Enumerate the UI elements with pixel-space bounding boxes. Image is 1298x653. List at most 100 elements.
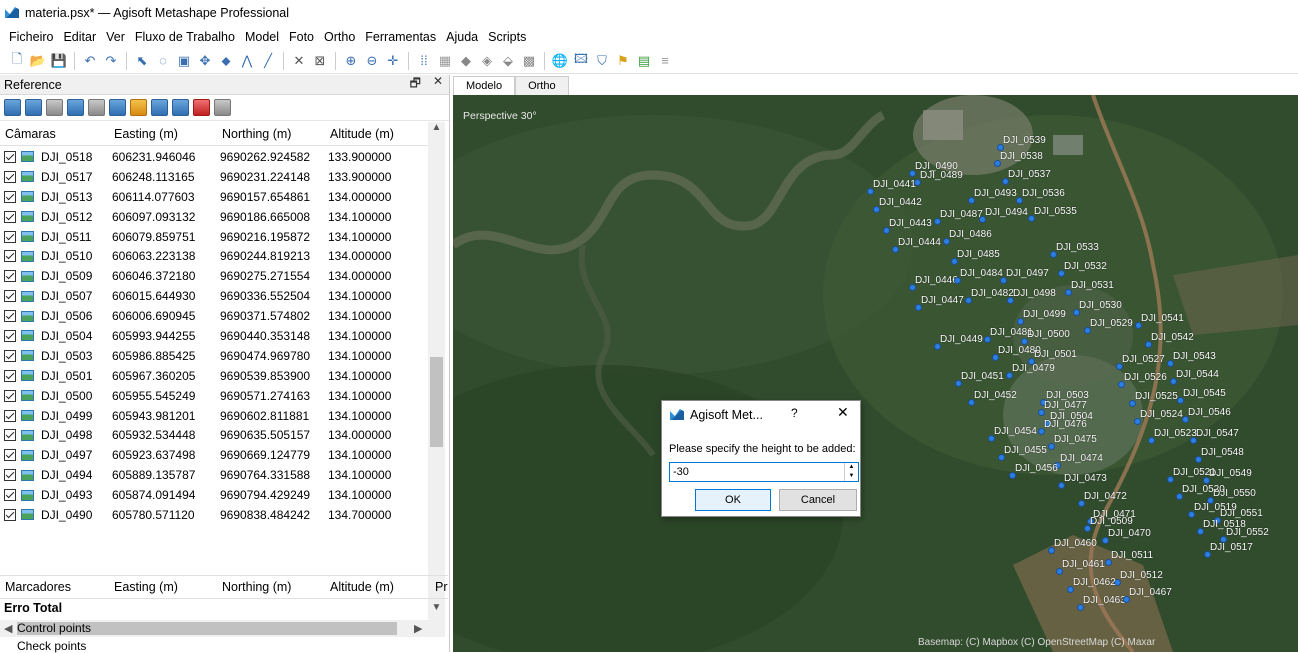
- close-panel-icon[interactable]: ✕: [433, 74, 443, 95]
- export-reference-icon[interactable]: [25, 99, 42, 116]
- easting-cell[interactable]: 606006.690945: [109, 309, 217, 323]
- camera-marker[interactable]: DJI_0541: [1135, 313, 1184, 329]
- column-precision[interactable]: Pr: [430, 580, 448, 594]
- camera-checkbox[interactable]: [4, 270, 16, 283]
- table-row[interactable]: DJI_0518 606231.946046 9690262.924582 133.9…: [0, 147, 428, 167]
- altitude-cell[interactable]: 134.100000: [325, 289, 425, 303]
- camera-checkbox[interactable]: [4, 349, 16, 362]
- camera-marker[interactable]: DJI_0475: [1048, 434, 1097, 450]
- scroll-down-icon[interactable]: ▼: [428, 602, 445, 618]
- easting-cell[interactable]: 606231.946046: [109, 150, 217, 164]
- camera-checkbox[interactable]: [4, 210, 16, 223]
- altitude-cell[interactable]: 134.100000: [325, 448, 425, 462]
- camera-marker[interactable]: DJI_0441: [867, 179, 916, 195]
- height-spinbox[interactable]: -30 ▲ ▼: [669, 462, 859, 482]
- camera-checkbox[interactable]: [4, 230, 16, 243]
- camera-marker[interactable]: DJI_0511: [1104, 550, 1153, 566]
- northing-cell[interactable]: 9690371.574802: [217, 309, 325, 323]
- tiled-model-icon[interactable]: ⬙: [499, 52, 517, 70]
- table-row[interactable]: DJI_0494 605889.135787 9690764.331588 134.1…: [0, 465, 428, 485]
- camera-marker[interactable]: DJI_0499: [1017, 309, 1066, 325]
- ruler-icon[interactable]: ⋀: [238, 52, 256, 70]
- table-row[interactable]: DJI_0513 606114.077603 9690157.654861 134.0…: [0, 187, 428, 207]
- view-estimated-icon[interactable]: [151, 99, 168, 116]
- altitude-cell[interactable]: 134.100000: [325, 210, 425, 224]
- menu-ortho[interactable]: Ortho: [319, 30, 360, 44]
- import-reference-icon[interactable]: [4, 99, 21, 116]
- altitude-cell[interactable]: 134.100000: [325, 230, 425, 244]
- camera-marker[interactable]: DJI_0546: [1182, 407, 1231, 423]
- northing-cell[interactable]: 9690474.969780: [217, 349, 325, 363]
- camera-marker[interactable]: DJI_0535: [1028, 206, 1077, 222]
- menu-scripts[interactable]: Scripts: [483, 30, 531, 44]
- northing-cell[interactable]: 9690669.124779: [217, 448, 325, 462]
- reference-settings-icon[interactable]: [214, 99, 231, 116]
- table-row[interactable]: DJI_0506 606006.690945 9690371.574802 134.1…: [0, 306, 428, 326]
- redo-icon[interactable]: ↷: [102, 52, 120, 70]
- camera-marker[interactable]: DJI_0531: [1065, 280, 1114, 296]
- table-row[interactable]: DJI_0507 606015.644930 9690336.552504 134.1…: [0, 286, 428, 306]
- altitude-cell[interactable]: 134.700000: [325, 508, 425, 522]
- zoom-out-icon[interactable]: ⊖: [363, 52, 381, 70]
- float-panel-icon[interactable]: 🗗: [410, 74, 421, 95]
- camera-marker[interactable]: DJI_0470: [1102, 528, 1151, 544]
- menu-ver[interactable]: Ver: [101, 30, 130, 44]
- camera-marker[interactable]: DJI_0527: [1116, 354, 1165, 370]
- easting-cell[interactable]: 605874.091494: [109, 488, 217, 502]
- show-markers-icon[interactable]: ⚑: [614, 52, 632, 70]
- update-transform-icon[interactable]: [109, 99, 126, 116]
- scroll-up-icon[interactable]: ▲: [428, 122, 445, 138]
- show-shapes-icon[interactable]: ▤: [635, 52, 653, 70]
- altitude-cell[interactable]: 134.100000: [325, 488, 425, 502]
- camera-marker[interactable]: DJI_0479: [1006, 363, 1055, 379]
- camera-marker[interactable]: DJI_0473: [1058, 473, 1107, 489]
- reset-transform-icon[interactable]: [193, 99, 210, 116]
- draw-line-icon[interactable]: ╱: [259, 52, 277, 70]
- menu-editar[interactable]: Editar: [58, 30, 101, 44]
- camera-marker[interactable]: DJI_0485: [951, 249, 1000, 265]
- show-images-icon[interactable]: 🖾: [572, 51, 590, 70]
- tab-ortho[interactable]: Ortho: [515, 76, 569, 95]
- select-arrow-icon[interactable]: ⬉: [133, 52, 151, 70]
- camera-marker[interactable]: DJI_0536: [1016, 188, 1065, 204]
- column-cameras[interactable]: Câmaras: [0, 127, 109, 141]
- camera-marker[interactable]: DJI_0489: [914, 170, 963, 186]
- northing-cell[interactable]: 9690602.811881: [217, 409, 325, 423]
- easting-cell[interactable]: 605923.637498: [109, 448, 217, 462]
- camera-marker[interactable]: DJI_0451: [955, 371, 1004, 387]
- camera-checkbox[interactable]: [4, 409, 16, 422]
- easting-cell[interactable]: 605889.135787: [109, 468, 217, 482]
- easting-cell[interactable]: 606079.859751: [109, 230, 217, 244]
- camera-marker[interactable]: DJI_0548: [1195, 447, 1244, 463]
- camera-marker[interactable]: DJI_0538: [994, 151, 1043, 167]
- scrollbar-thumb[interactable]: [430, 357, 443, 447]
- globe-icon[interactable]: 🌐: [551, 52, 569, 70]
- easting-cell[interactable]: 606015.644930: [109, 289, 217, 303]
- altitude-cell[interactable]: 134.000000: [325, 428, 425, 442]
- camera-marker[interactable]: DJI_0539: [997, 135, 1046, 151]
- camera-marker[interactable]: DJI_0542: [1145, 332, 1194, 348]
- menu-ficheiro[interactable]: Ficheiro: [4, 30, 58, 44]
- dense-cloud-icon[interactable]: ▦: [436, 52, 454, 70]
- camera-checkbox[interactable]: [4, 310, 16, 323]
- table-row[interactable]: DJI_0498 605932.534448 9690635.505157 134.0…: [0, 425, 428, 445]
- zoom-in-icon[interactable]: ⊕: [342, 52, 360, 70]
- spin-arrows-icon[interactable]: ▲ ▼: [844, 463, 858, 481]
- dem-icon[interactable]: ▩: [520, 52, 538, 70]
- camera-marker[interactable]: DJI_0443: [883, 218, 932, 234]
- camera-checkbox[interactable]: [4, 489, 16, 502]
- check-points-item[interactable]: Check points: [17, 639, 86, 653]
- camera-marker[interactable]: DJI_0454: [988, 426, 1037, 442]
- save-icon[interactable]: 💾: [50, 52, 68, 70]
- northing-cell[interactable]: 9690262.924582: [217, 150, 325, 164]
- northing-cell[interactable]: 9690231.224148: [217, 170, 325, 184]
- camera-marker[interactable]: DJI_0512: [1114, 570, 1163, 586]
- camera-marker[interactable]: DJI_0497: [1000, 268, 1049, 284]
- camera-marker[interactable]: DJI_0476: [1038, 419, 1087, 435]
- altitude-cell[interactable]: 134.100000: [325, 409, 425, 423]
- camera-marker[interactable]: DJI_0461: [1056, 559, 1105, 575]
- camera-checkbox[interactable]: [4, 329, 16, 342]
- undo-icon[interactable]: ↶: [81, 52, 99, 70]
- camera-marker[interactable]: DJI_0525: [1129, 391, 1178, 407]
- table-row[interactable]: DJI_0493 605874.091494 9690794.429249 134.1…: [0, 485, 428, 505]
